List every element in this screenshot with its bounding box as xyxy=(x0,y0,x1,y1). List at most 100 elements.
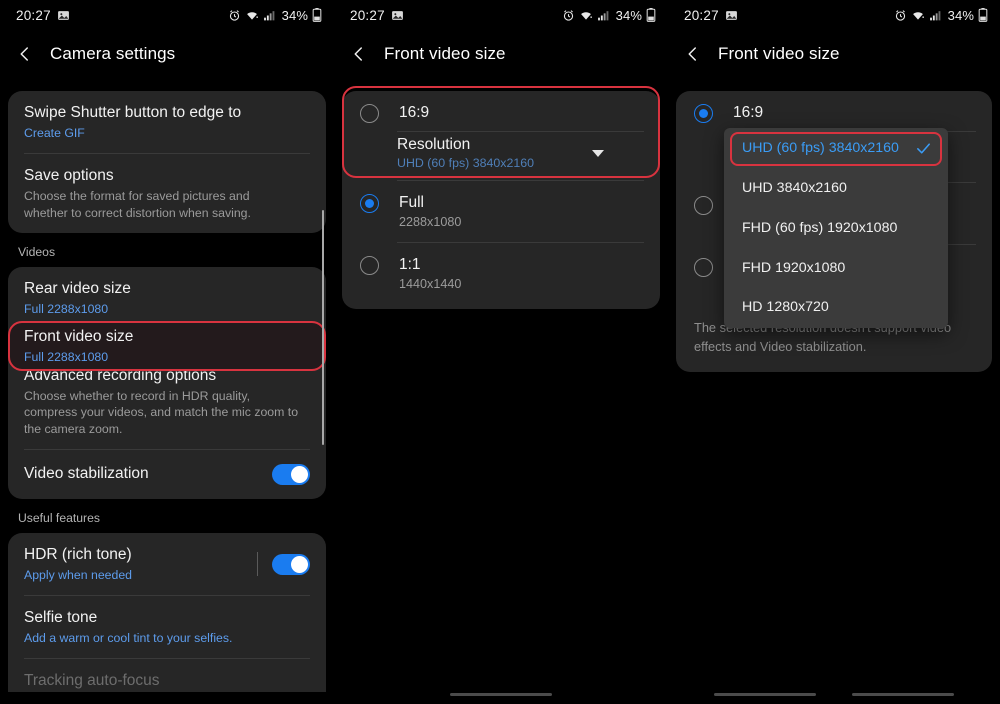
wifi-icon xyxy=(245,9,259,22)
dropdown-item-hd[interactable]: HD 1280x720 xyxy=(724,288,948,328)
check-icon xyxy=(915,140,932,157)
dropdown-item-label: UHD (60 fps) 3840x2160 xyxy=(742,140,899,156)
back-chevron-icon[interactable] xyxy=(350,45,368,63)
option-label: 16:9 xyxy=(399,104,430,121)
status-bar-time: 20:27 xyxy=(684,7,719,23)
app-bar: Camera settings xyxy=(0,30,334,78)
status-bar-time: 20:27 xyxy=(16,7,51,23)
radio-16-9[interactable] xyxy=(694,104,713,123)
gallery-icon xyxy=(391,9,404,22)
status-bar: 20:27 34% xyxy=(0,0,334,30)
setting-title: Tracking auto-focus xyxy=(24,671,160,689)
setting-subtitle: Add a warm or cool tint to your selfies. xyxy=(24,631,233,645)
gesture-nav-bar xyxy=(668,693,1000,696)
setting-title: Save options xyxy=(24,166,114,184)
gallery-icon xyxy=(57,9,70,22)
dropdown-item-label: UHD 3840x2160 xyxy=(742,180,847,196)
battery-icon xyxy=(312,8,322,22)
wifi-icon xyxy=(911,9,925,22)
app-bar: Front video size xyxy=(668,30,1000,78)
setting-subtitle: Choose whether to record in HDR quality,… xyxy=(24,388,299,437)
radio-full[interactable] xyxy=(360,194,379,213)
divider xyxy=(257,552,258,577)
page-title: Camera settings xyxy=(50,44,176,63)
signal-icon xyxy=(929,9,942,22)
dropdown-item-fhd[interactable]: FHD 1920x1080 xyxy=(724,248,948,288)
phone-screen-resolution-dropdown: 20:27 34% Front video size 16:9 The effe… xyxy=(668,0,1000,704)
option-row-16-9[interactable]: 16:9 xyxy=(676,91,992,131)
radio-1-1[interactable] xyxy=(360,256,379,275)
setting-row-tracking-auto-focus[interactable]: Tracking auto-focus xyxy=(8,659,326,692)
radio-third-option[interactable] xyxy=(694,258,713,277)
screenshot-root: 20:27 34% Camera settings Swipe Shutter … xyxy=(0,0,1000,704)
option-label: 1:1 xyxy=(399,256,421,273)
radio-16-9[interactable] xyxy=(360,104,379,123)
status-bar-time: 20:27 xyxy=(350,7,385,23)
battery-icon xyxy=(978,8,988,22)
back-chevron-icon[interactable] xyxy=(684,45,702,63)
page-title: Front video size xyxy=(384,44,506,63)
highlighted-front-video-size-row[interactable]: Front video size Full 2288x1080 xyxy=(8,321,326,371)
battery-percent-label: 34% xyxy=(615,7,642,23)
back-chevron-icon[interactable] xyxy=(16,45,34,63)
option-label: 16:9 xyxy=(733,104,764,121)
setting-title: Front video size xyxy=(24,327,134,345)
settings-card-general: Swipe Shutter button to edge to Create G… xyxy=(8,91,326,233)
setting-subtitle: Choose the format for saved pictures and… xyxy=(24,189,251,220)
battery-percent-label: 34% xyxy=(281,7,308,23)
dropdown-item-label: HD 1280x720 xyxy=(742,299,829,315)
setting-title: HDR (rich tone) xyxy=(24,545,132,563)
settings-card-useful-features: HDR (rich tone) Apply when needed Selfie… xyxy=(8,532,326,692)
setting-row-save-options[interactable]: Save options Choose the format for saved… xyxy=(8,154,326,233)
battery-percent-label: 34% xyxy=(947,7,974,23)
signal-icon xyxy=(597,9,610,22)
resolution-dropdown-menu[interactable]: UHD (60 fps) 3840x2160 UHD 3840x2160 FHD… xyxy=(724,128,948,328)
status-bar: 20:27 34% xyxy=(668,0,1000,30)
page-title: Front video size xyxy=(718,44,840,63)
setting-title: Selfie tone xyxy=(24,608,98,626)
radio-second-option[interactable] xyxy=(694,196,713,215)
setting-row-rear-video-size[interactable]: Rear video size Full 2288x1080 xyxy=(8,267,326,329)
chevron-down-icon[interactable] xyxy=(592,149,604,157)
dropdown-item-label: FHD (60 fps) 1920x1080 xyxy=(742,220,898,236)
dropdown-item-label: FHD 1920x1080 xyxy=(742,260,846,276)
gallery-icon xyxy=(725,9,738,22)
gesture-nav-bar xyxy=(334,693,668,696)
setting-row-video-stabilization[interactable]: Video stabilization xyxy=(8,450,326,499)
vertical-scrollbar[interactable] xyxy=(322,210,324,445)
section-header-useful-features: Useful features xyxy=(18,510,100,525)
resolution-value: UHD (60 fps) 3840x2160 xyxy=(397,156,535,170)
option-label: Full xyxy=(399,194,424,211)
setting-row-hdr-rich-tone[interactable]: HDR (rich tone) Apply when needed xyxy=(8,533,326,595)
app-bar: Front video size xyxy=(334,30,668,78)
hdr-toggle[interactable] xyxy=(272,553,310,575)
setting-title: Rear video size xyxy=(24,279,131,297)
setting-subtitle: Full 2288x1080 xyxy=(24,349,109,364)
setting-title: Video stabilization xyxy=(24,465,149,483)
alarm-icon xyxy=(228,9,241,22)
setting-subtitle: Full 2288x1080 xyxy=(24,301,109,316)
settings-card-videos: Rear video size Full 2288x1080 Advanced … xyxy=(8,266,326,499)
option-row-full[interactable]: Full 2288x1080 xyxy=(342,181,660,242)
option-row-1-1[interactable]: 1:1 1440x1440 xyxy=(342,243,660,309)
setting-subtitle: Create GIF xyxy=(24,126,85,141)
setting-title: Swipe Shutter button to edge to xyxy=(24,104,242,121)
dropdown-item-uhd-60fps[interactable]: UHD (60 fps) 3840x2160 xyxy=(724,128,948,168)
option-sublabel: 2288x1080 xyxy=(399,215,462,229)
setting-subtitle: Apply when needed xyxy=(24,568,133,583)
alarm-icon xyxy=(562,9,575,22)
setting-row-selfie-tone[interactable]: Selfie tone Add a warm or cool tint to y… xyxy=(8,596,326,658)
video-stabilization-toggle[interactable] xyxy=(272,463,310,485)
dropdown-item-uhd[interactable]: UHD 3840x2160 xyxy=(724,168,948,208)
video-size-options-card: 16:9 Resolution UHD (60 fps) 3840x2160 F… xyxy=(342,91,660,309)
option-row-16-9[interactable]: 16:9 xyxy=(342,91,660,131)
phone-screen-camera-settings: 20:27 34% Camera settings Swipe Shutter … xyxy=(0,0,334,704)
dropdown-item-fhd-60fps[interactable]: FHD (60 fps) 1920x1080 xyxy=(724,208,948,248)
alarm-icon xyxy=(894,9,907,22)
signal-icon xyxy=(263,9,276,22)
resolution-selector[interactable]: Resolution UHD (60 fps) 3840x2160 xyxy=(342,132,660,180)
phone-screen-front-video-size: 20:27 34% Front video size 16:9 Resoluti… xyxy=(334,0,668,704)
setting-row-swipe-shutter[interactable]: Swipe Shutter button to edge to Create G… xyxy=(8,91,326,153)
resolution-label: Resolution xyxy=(397,136,471,153)
wifi-icon xyxy=(579,9,593,22)
